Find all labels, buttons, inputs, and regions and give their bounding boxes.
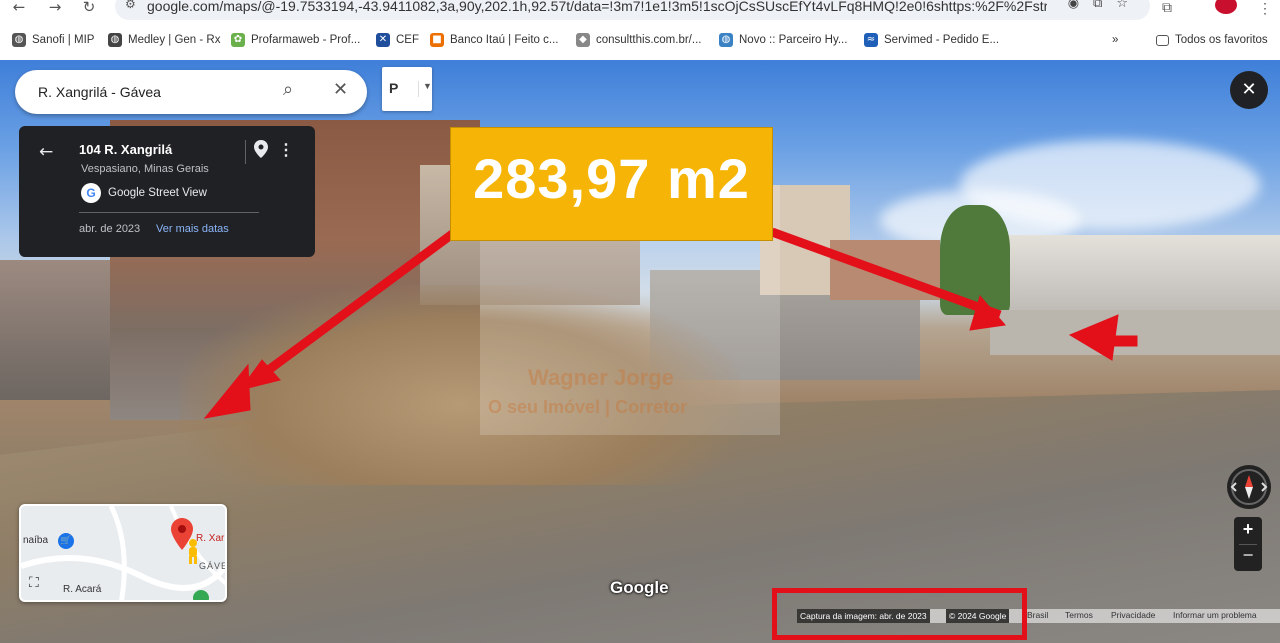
back-arrow-icon[interactable]: ← [8,0,30,16]
address-bar-actions[interactable]: ◉⧉☆ [1068,0,1142,11]
all-favorites-label: Todos os favoritos [1175,34,1268,46]
profile-avatar[interactable] [1215,0,1237,14]
globe-icon: ◍ [719,33,733,47]
google-logo-icon: G [81,183,101,203]
left-buildings [0,260,110,400]
bookmark-label: Banco Itaú | Feito c... [450,34,559,46]
watermark-text: Wagner Jorge [528,365,674,390]
search-icon[interactable]: ⌕ [283,79,293,100]
street-view-panorama[interactable]: Wagner Jorge O seu Imóvel | Corretor R. … [0,60,1280,643]
search-box[interactable]: R. Xangrilá - Gávea ⌕ ✕ [15,70,367,114]
minimap-label: GÁVE [199,561,227,571]
bookmark-label: Novo :: Parceiro Hy... [739,34,848,46]
address-bar-url[interactable]: google.com/maps/@-19.7533194,-43.9411082… [147,0,1047,14]
expand-icon[interactable]: ⛶ [29,575,39,591]
site-settings-icon[interactable]: ⚙ [125,0,136,11]
bookmark-label: consultthis.com.br/... [596,34,702,46]
shopping-cart-icon: 🛒 [58,533,74,549]
more-options-icon[interactable]: ⋮ [278,140,294,160]
google-watermark: Google [610,578,669,597]
bookmarks-bar: ◍ Sanofi | MIP ◍ Medley | Gen - Rx ✿ Pro… [0,30,1280,50]
bookmark-label: Servimed - Pedido E... [884,34,1000,46]
bookmark-item[interactable]: ✿ Profarmaweb - Prof... [231,30,360,50]
bookmark-label: Sanofi | MIP [32,34,95,46]
more-bookmarks-label: » [1112,34,1119,46]
tree [940,205,1010,315]
zoom-out-button[interactable]: − [1234,545,1262,566]
area-label-box: 283,97 m2 [450,127,773,241]
bookmark-item[interactable]: ✕ CEF [376,30,419,50]
compass-icon [1230,469,1268,505]
address-bar[interactable]: ⚙ google.com/maps/@-19.7533194,-43.94110… [115,0,1150,20]
watermark-subtext: O seu Imóvel | Corretor [488,397,688,417]
clear-icon[interactable]: ✕ [333,79,348,100]
minimap-label: R. Xar [196,533,225,544]
right-wall [990,310,1280,355]
address-city: Vespasiano, Minas Gerais [81,163,209,175]
pink-house [830,240,940,300]
leaf-icon: ✿ [231,33,245,47]
forward-arrow-icon[interactable]: → [44,0,66,16]
pegman-icon [189,539,197,564]
bookmark-label: Profarmaweb - Prof... [251,34,361,46]
bookmark-item[interactable]: ◍ Sanofi | MIP [12,30,94,50]
bookmark-item[interactable]: ≈ Servimed - Pedido E... [864,30,999,50]
area-label: 283,97 m2 [473,147,750,210]
minimap-label: R. Acará [63,584,102,595]
right-houses [990,235,1280,315]
more-dates-link[interactable]: Ver mais datas [156,223,229,235]
extensions-icon[interactable]: ⧉ [1162,0,1172,16]
browser-menu-icon[interactable]: ⋮ [1258,0,1272,17]
globe-icon: ◍ [108,33,122,47]
minimap-label: naíba [23,535,49,546]
chevron-down-icon[interactable]: ▼ [418,81,432,97]
bookmark-label: CEF [396,34,419,46]
bookmark-item[interactable]: ◍ Medley | Gen - Rx [108,30,220,50]
bookmark-label: Medley | Gen - Rx [128,34,221,46]
privacy-link[interactable]: Privacidade [1111,610,1155,620]
annotation-highlight-box [772,588,1027,640]
browser-nav-row: ← → ↻ ⚙ google.com/maps/@-19.7533194,-43… [0,0,1280,22]
divider [245,140,246,164]
all-favorites-folder[interactable]: Todos os favoritos [1156,30,1268,50]
address-title: 104 R. Xangrilá [79,142,173,157]
browser-chrome: ← → ↻ ⚙ google.com/maps/@-19.7533194,-43… [0,0,1280,60]
close-street-view-button[interactable]: ✕ [1230,71,1268,109]
zoom-in-button[interactable]: + [1234,519,1262,540]
terms-link[interactable]: Termos [1065,610,1093,620]
country-link[interactable]: Brasil [1027,610,1048,620]
layer-selector[interactable]: P ▼ [382,67,432,111]
bookmark-item[interactable]: ◆ consultthis.com.br/... [576,30,701,50]
bookmark-item[interactable]: ◍ Novo :: Parceiro Hy... [719,30,847,50]
compass[interactable] [1227,465,1271,509]
map-pin-icon[interactable] [254,140,268,158]
capture-date: abr. de 2023 [79,223,141,235]
search-input[interactable]: R. Xangrilá - Gávea [38,84,161,100]
pegman-icon: P [389,80,399,96]
location-info-card: ← 104 R. Xangrilá ⋮ Vespasiano, Minas Ge… [19,126,315,257]
source-label: Google Street View [108,187,207,199]
reload-icon[interactable]: ↻ [78,0,100,16]
minimap[interactable]: 🛒 naíba R. Acará R. Xar GÁVE ⛶ [19,504,227,602]
more-bookmarks-button[interactable]: » [1112,30,1118,50]
itau-icon: ■ [430,33,444,47]
divider [79,212,259,213]
zoom-controls: + − [1234,517,1262,571]
globe-icon: ◍ [12,33,26,47]
mck-icon: ◆ [576,33,590,47]
cef-icon: ✕ [376,33,390,47]
report-problem-link[interactable]: Informar um problema [1173,610,1257,620]
folder-icon [1156,34,1169,46]
back-arrow-icon[interactable]: ← [39,142,53,162]
source-row: G Google Street View [81,183,207,203]
servimed-icon: ≈ [864,33,878,47]
bookmark-item[interactable]: ■ Banco Itaú | Feito c... [430,30,558,50]
